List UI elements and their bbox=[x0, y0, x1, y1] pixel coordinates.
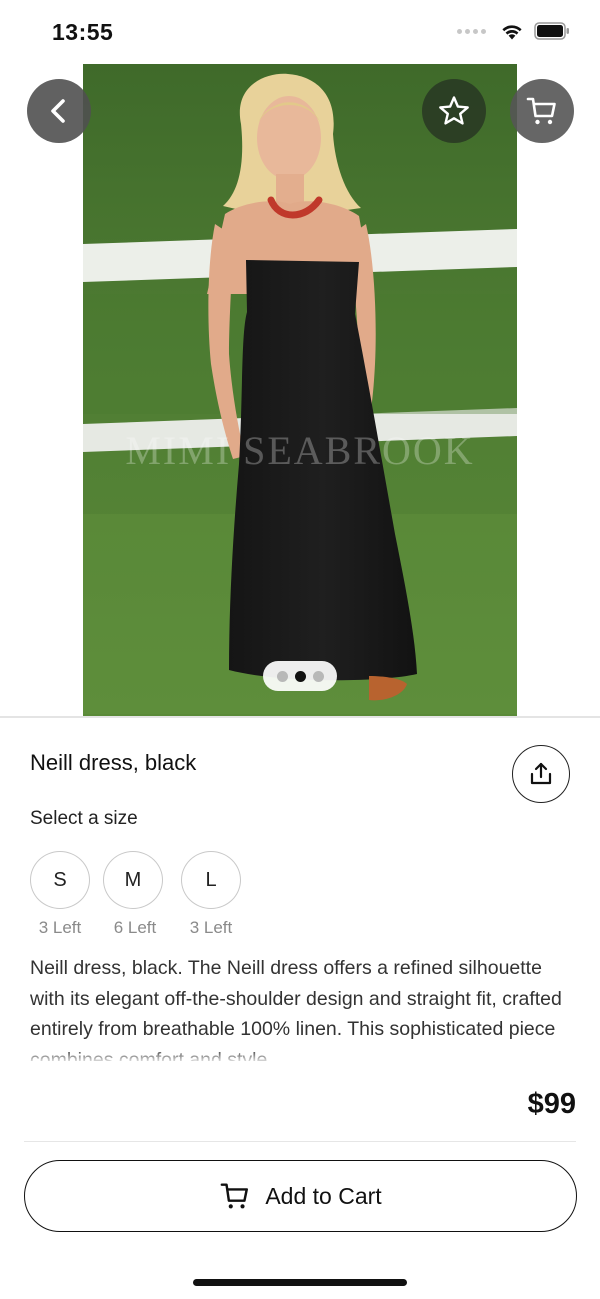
image-divider bbox=[0, 716, 600, 718]
add-to-cart-button[interactable]: Add to Cart bbox=[24, 1160, 577, 1232]
product-description: Neill dress, black. The Neill dress offe… bbox=[30, 957, 562, 1061]
product-photo bbox=[83, 64, 517, 716]
status-bar: 13:55 bbox=[0, 0, 600, 64]
size-option-m[interactable]: M bbox=[103, 851, 163, 909]
size-option-s[interactable]: S bbox=[30, 851, 90, 909]
pager-dot[interactable] bbox=[312, 670, 324, 682]
home-indicator[interactable] bbox=[193, 1279, 407, 1286]
wifi-icon bbox=[502, 25, 522, 40]
cart-icon bbox=[220, 1183, 249, 1209]
product-image[interactable]: MIMI SEABROOK bbox=[83, 64, 517, 716]
share-button[interactable] bbox=[512, 745, 570, 803]
signal-icon bbox=[457, 28, 486, 34]
back-icon bbox=[51, 99, 65, 123]
product-title: Neill dress, black bbox=[30, 750, 197, 775]
size-option-l[interactable]: L bbox=[181, 851, 241, 909]
back-button[interactable] bbox=[27, 79, 91, 143]
battery-icon bbox=[534, 22, 570, 40]
status-time: 13:55 bbox=[52, 19, 114, 45]
size-label: Select a size bbox=[30, 808, 138, 829]
product-screen: 13:55 MIMI SEABROOK Neill dress, black S… bbox=[0, 0, 600, 1299]
size-stock-l: 3 Left bbox=[189, 918, 233, 937]
brand-watermark: MIMI SEABROOK bbox=[125, 428, 475, 473]
image-pager[interactable] bbox=[263, 661, 337, 691]
cart-button[interactable] bbox=[510, 79, 574, 143]
share-icon bbox=[530, 762, 552, 785]
size-stock-m: 6 Left bbox=[113, 918, 157, 937]
checkout-divider bbox=[24, 1141, 576, 1142]
pager-dot-active[interactable] bbox=[294, 670, 306, 682]
status-icons bbox=[457, 22, 570, 40]
star-icon bbox=[439, 96, 469, 125]
add-to-cart-label: Add to Cart bbox=[265, 1182, 382, 1209]
favorite-button[interactable] bbox=[422, 79, 486, 143]
size-stock-s: 3 Left bbox=[38, 918, 82, 937]
product-price: $99 bbox=[527, 1088, 576, 1120]
checkout-bar: $99 Add to Cart bbox=[0, 1062, 600, 1299]
pager-dot[interactable] bbox=[276, 670, 288, 682]
cart-icon bbox=[526, 97, 556, 125]
